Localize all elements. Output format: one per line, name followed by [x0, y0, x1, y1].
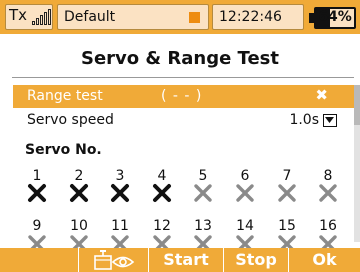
servo-number: 16	[319, 218, 337, 234]
servo-number: 9	[32, 218, 42, 234]
servo-active-x-icon[interactable]	[147, 183, 177, 205]
servo-number: 7	[282, 168, 292, 184]
servo-number: 1	[32, 168, 42, 184]
servo-number: 3	[115, 168, 125, 184]
servo-number: 13	[194, 218, 212, 234]
servo-active-x-icon[interactable]	[64, 183, 94, 205]
servo-number: 2	[74, 168, 84, 184]
servo-number: 10	[70, 218, 88, 234]
servo-inactive-x-icon[interactable]	[230, 183, 260, 205]
servo-number: 15	[278, 218, 296, 234]
transmitter-eye-icon	[94, 250, 135, 270]
ok-button[interactable]: Ok	[288, 248, 360, 272]
servo-number: 8	[323, 168, 333, 184]
scrollbar[interactable]	[354, 85, 360, 242]
softkey-bar: Start Stop Ok	[0, 248, 360, 272]
servo-number: 4	[157, 168, 167, 184]
softkey-empty[interactable]	[0, 248, 78, 272]
servo-active-x-icon[interactable]	[22, 183, 52, 205]
servo-inactive-x-icon[interactable]	[272, 183, 302, 205]
stop-button[interactable]: Stop	[223, 248, 288, 272]
view-button[interactable]	[78, 248, 148, 272]
servo-number: 5	[198, 168, 208, 184]
servo-number: 6	[240, 168, 250, 184]
scrollbar-thumb[interactable]	[354, 85, 360, 125]
servo-number: 11	[111, 218, 129, 234]
servo-active-x-icon[interactable]	[105, 183, 135, 205]
start-button[interactable]: Start	[148, 248, 223, 272]
servo-inactive-x-icon[interactable]	[313, 183, 343, 205]
servo-number: 12	[153, 218, 171, 234]
servo-grid: 1 2 3 4 5 6 7 8 9 10 11 12 13 14 15 16	[0, 0, 360, 272]
servo-inactive-x-icon[interactable]	[188, 183, 218, 205]
servo-number: 14	[236, 218, 254, 234]
